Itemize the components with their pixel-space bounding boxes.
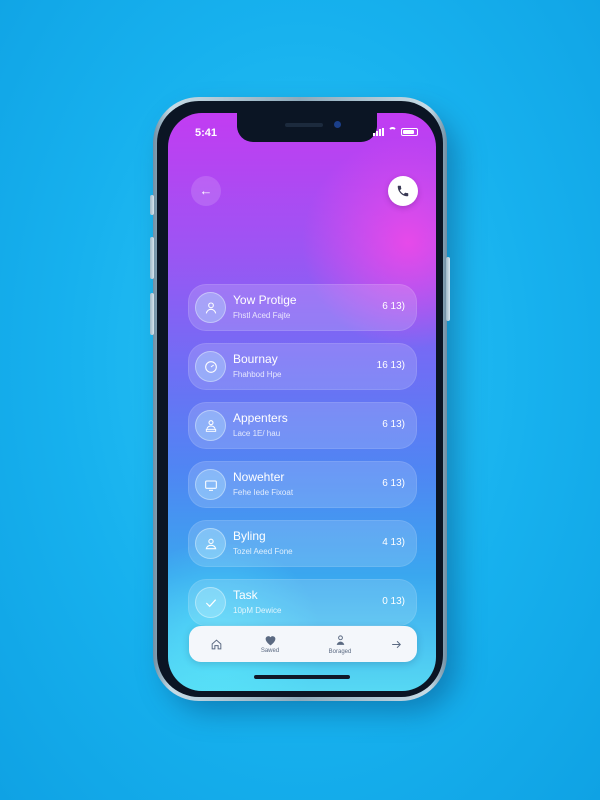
person-badge-icon	[336, 634, 344, 645]
list-item-title: Task	[233, 588, 258, 602]
phone-frame: 5:41 ← Yow Protige Fhstl Aced Fajte 6 13…	[150, 97, 450, 701]
power-button	[446, 257, 450, 321]
volume-down-button	[150, 293, 154, 335]
list-item-title: Yow Protige	[233, 293, 297, 307]
heart-icon	[265, 636, 275, 646]
status-time: 5:41	[195, 127, 218, 139]
tab-saved[interactable]: Sawed	[245, 626, 295, 662]
phone-bezel: 5:41 ← Yow Protige Fhstl Aced Fajte 6 13…	[157, 101, 443, 697]
screen: 5:41 ← Yow Protige Fhstl Aced Fajte 6 13…	[168, 113, 436, 691]
list-item-byling[interactable]: Byling Tozel Aeed Fone 4 13)	[188, 520, 417, 567]
list-item-subtitle: Fhahbod Hpe	[233, 370, 282, 379]
home-icon	[211, 639, 221, 649]
list-item-title: Bournay	[233, 352, 278, 366]
camera	[334, 121, 341, 128]
signal-icon	[373, 127, 384, 136]
monitor-icon	[204, 479, 217, 491]
list-item-title: Appenters	[233, 411, 288, 425]
arrow-right-icon	[391, 640, 401, 648]
notch	[237, 113, 377, 142]
mute-switch	[150, 195, 154, 215]
tab-home[interactable]	[191, 626, 241, 662]
battery-icon	[401, 127, 418, 136]
list-item-subtitle: Fehe Iede Fixoat	[233, 488, 294, 497]
list-item-subtitle: Lace 1E/ hau	[233, 429, 281, 438]
volume-up-button	[150, 237, 154, 279]
list-item-meta: 6 13)	[382, 478, 405, 489]
row-icon-badge	[195, 587, 226, 618]
list-item-appenters[interactable]: Appenters Lace 1E/ hau 6 13)	[188, 402, 417, 449]
list-item-meta: 6 13)	[382, 301, 405, 312]
call-button[interactable]	[388, 176, 418, 206]
list-item-profile[interactable]: Yow Protige Fhstl Aced Fajte 6 13)	[188, 284, 417, 331]
status-icons	[373, 127, 418, 136]
row-icon-badge	[195, 528, 226, 559]
back-button[interactable]: ←	[191, 176, 221, 206]
tab-label: Sawed	[260, 648, 280, 654]
person-desk-icon	[205, 419, 216, 432]
row-icon-badge	[195, 469, 226, 500]
list-item-meta: 6 13)	[382, 419, 405, 430]
list-item-title: Nowehter	[233, 470, 285, 484]
row-icon-badge	[195, 410, 226, 441]
wifi-icon	[388, 127, 397, 136]
list-item-bournay[interactable]: Bournay Fhahbod Hpe 16 13)	[188, 343, 417, 390]
tab-next[interactable]	[371, 626, 421, 662]
phone-icon	[397, 185, 409, 197]
person-icon	[205, 301, 216, 313]
row-icon-badge	[195, 351, 226, 382]
row-icon-badge	[195, 292, 226, 323]
list-item-task[interactable]: Task 10pM Dewice 0 13)	[188, 579, 417, 626]
list-item-title: Byling	[233, 529, 266, 543]
list-item-meta: 4 13)	[382, 537, 405, 548]
home-indicator[interactable]	[254, 675, 350, 679]
tab-label: Boraged	[328, 648, 352, 655]
gauge-icon	[204, 360, 217, 373]
back-arrow-icon: ←	[199, 183, 213, 198]
tab-boraged[interactable]: Boraged	[315, 626, 365, 662]
list-item-meta: 16 13)	[376, 360, 405, 371]
list-item-subtitle: Tozel Aeed Fone	[233, 547, 293, 556]
speaker	[285, 123, 323, 127]
list-item-subtitle: 10pM Dewice	[233, 606, 282, 615]
list-item-nowehter[interactable]: Nowehter Fehe Iede Fixoat 6 13)	[188, 461, 417, 508]
check-icon	[205, 598, 216, 607]
list-item-subtitle: Fhstl Aced Fajte	[233, 311, 291, 320]
list-item-meta: 0 13)	[382, 596, 405, 607]
bottom-tab-bar: Sawed Boraged	[189, 626, 417, 662]
person-bell-icon	[205, 538, 216, 549]
